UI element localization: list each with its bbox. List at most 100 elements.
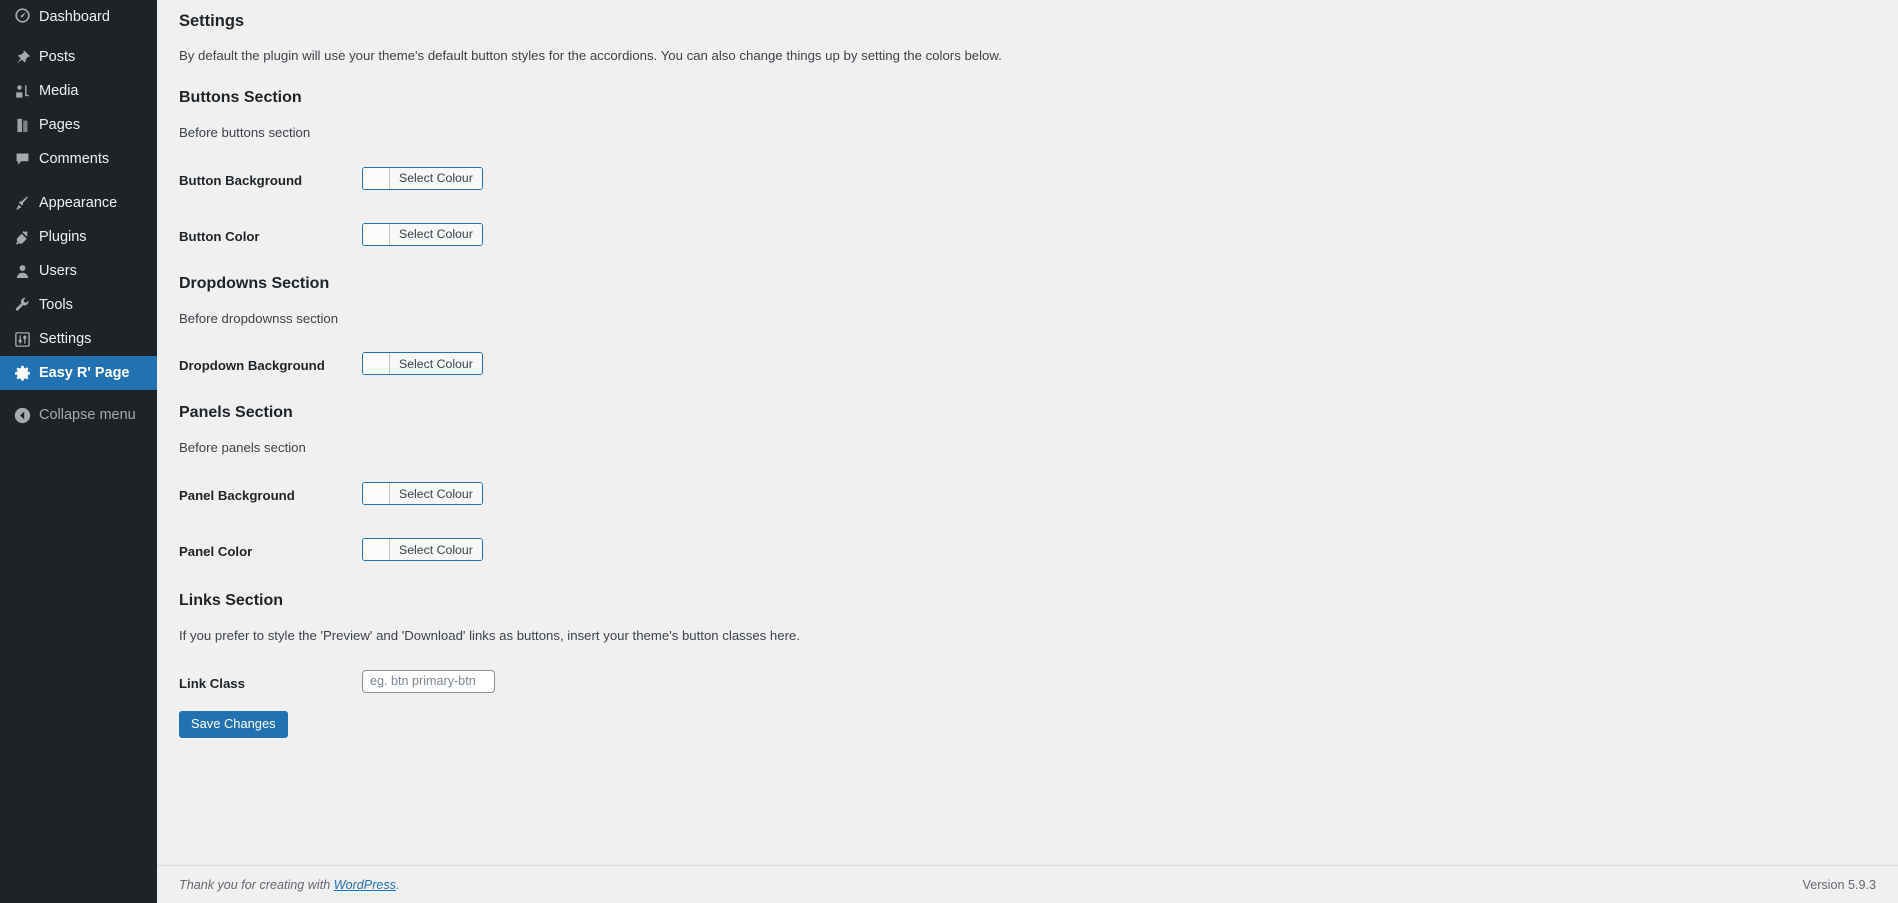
colour-swatch[interactable] — [363, 483, 390, 505]
field-control-cell: Select Colour — [362, 190, 1898, 246]
plugin-icon — [8, 229, 36, 246]
section-description: If you prefer to style the 'Preview' and… — [179, 627, 800, 643]
page-intro-text: By default the plugin will use your them… — [179, 48, 1002, 64]
sidebar-item-dashboard[interactable]: Dashboard — [0, 0, 157, 30]
select-colour-label: Select Colour — [390, 539, 482, 561]
colour-swatch[interactable] — [363, 539, 390, 561]
settings-wrap: Settings By default the plugin will use … — [157, 0, 1898, 738]
brush-icon — [8, 195, 36, 212]
comments-icon — [8, 151, 36, 168]
sidebar-item-users[interactable]: Users — [0, 254, 157, 288]
settings-field-row: Button Background Select Colour — [179, 143, 1898, 190]
field-label: Link Class — [179, 675, 245, 691]
field-label: Panel Color — [179, 544, 253, 560]
select-colour-button[interactable]: Select Colour — [362, 538, 483, 562]
gear-icon — [8, 365, 36, 382]
section-description: Before dropdownss section — [179, 310, 339, 326]
settings-field-row: Dropdown Background Select Colour — [179, 328, 1898, 376]
section-description: Before buttons section — [179, 125, 311, 141]
sidebar-item-label: Media — [39, 82, 79, 99]
field-label: Dropdown Background — [179, 358, 325, 374]
field-label: Button Background — [179, 172, 303, 188]
select-colour-button[interactable]: Select Colour — [362, 352, 483, 376]
admin-sidebar: Dashboard Posts Media Pages Comments Appearan… — [0, 0, 157, 903]
link-class-input[interactable] — [362, 669, 495, 693]
sidebar-item-label: Posts — [39, 48, 76, 65]
settings-section: Panels Section Before panels section Panel… — [179, 375, 1898, 562]
sidebar-item-collapse-menu[interactable]: Collapse menu — [0, 398, 157, 432]
main-content: Settings By default the plugin will use … — [157, 0, 1898, 903]
sidebar-item-appearance[interactable]: Appearance — [0, 186, 157, 220]
section-title: Buttons Section — [179, 89, 302, 107]
pages-icon — [8, 117, 36, 134]
select-colour-label: Select Colour — [390, 223, 482, 245]
media-icon — [8, 83, 36, 100]
sidebar-item-plugins[interactable]: Plugins — [0, 220, 157, 254]
select-colour-label: Select Colour — [390, 353, 482, 375]
footer-thanks-text: Thank you for creating with WordPress. — [179, 878, 399, 892]
sidebar-item-settings[interactable]: Settings — [0, 322, 157, 356]
settings-form-table: Link Class — [179, 646, 1898, 693]
select-colour-button[interactable]: Select Colour — [362, 482, 483, 506]
submit-row: Save Changes — [179, 693, 1898, 738]
select-colour-label: Select Colour — [390, 167, 482, 189]
user-icon — [8, 263, 36, 280]
sidebar-item-label: Settings — [39, 330, 92, 347]
sidebar-item-easy-r-page[interactable]: Easy R' Page — [0, 356, 157, 390]
dashboard-icon — [8, 7, 36, 24]
settings-form-table: Button Background Select Colour Button Col… — [179, 143, 1898, 246]
select-colour-button[interactable]: Select Colour — [362, 222, 483, 246]
sidebar-item-label: Plugins — [39, 228, 87, 245]
colour-swatch[interactable] — [363, 353, 390, 375]
sidebar-separator — [0, 176, 157, 186]
settings-section: Buttons Section Before buttons section But… — [179, 66, 1898, 246]
wp-admin-screen: Dashboard Posts Media Pages Comments Appearan… — [0, 0, 1898, 903]
save-changes-button[interactable]: Save Changes — [179, 710, 288, 738]
sidebar-item-label: Pages — [39, 116, 81, 133]
sliders-icon — [8, 331, 36, 348]
field-label: Button Color — [179, 228, 260, 244]
field-control-cell — [362, 646, 1898, 693]
settings-sections: Buttons Section Before buttons section But… — [179, 66, 1898, 693]
footer-thanks-prefix: Thank you for creating with — [179, 877, 334, 892]
field-control-cell: Select Colour — [362, 328, 1898, 376]
settings-section: Links Section If you prefer to style the … — [179, 561, 1898, 693]
colour-swatch[interactable] — [363, 223, 390, 245]
section-title: Panels Section — [179, 404, 293, 422]
sidebar-item-label: Dashboard — [39, 8, 110, 25]
pin-icon — [8, 49, 36, 66]
sidebar-item-label: Easy R' Page — [39, 364, 130, 381]
sidebar-item-pages[interactable]: Pages — [0, 108, 157, 142]
field-label: Panel Background — [179, 488, 295, 504]
sidebar-item-label: Collapse menu — [39, 406, 136, 423]
field-control-cell: Select Colour — [362, 505, 1898, 562]
sidebar-item-label: Appearance — [39, 194, 118, 211]
chevron-left-circle-icon — [8, 407, 36, 424]
footer-thanks-suffix: . — [395, 877, 400, 892]
sidebar-item-media[interactable]: Media — [0, 74, 157, 108]
field-control-cell: Select Colour — [362, 143, 1898, 190]
settings-form-table: Dropdown Background Select Colour — [179, 328, 1898, 376]
sidebar-item-label: Comments — [39, 150, 110, 167]
wordpress-link[interactable]: WordPress — [334, 878, 396, 892]
sidebar-item-tools[interactable]: Tools — [0, 288, 157, 322]
page-title: Settings — [179, 12, 245, 30]
settings-section: Dropdowns Section Before dropdownss secti… — [179, 246, 1898, 376]
section-title: Links Section — [179, 592, 284, 610]
admin-footer: Thank you for creating with WordPress. V… — [157, 865, 1898, 903]
settings-field-row: Link Class — [179, 646, 1898, 693]
sidebar-separator — [0, 30, 157, 40]
colour-swatch[interactable] — [363, 167, 390, 189]
sidebar-item-label: Tools — [39, 296, 73, 313]
wordpress-version-label: Version 5.9.3 — [1802, 877, 1876, 892]
settings-field-row: Panel Background Select Colour — [179, 458, 1898, 506]
select-colour-button[interactable]: Select Colour — [362, 166, 483, 190]
section-title: Dropdowns Section — [179, 274, 330, 292]
sidebar-item-comments[interactable]: Comments — [0, 142, 157, 176]
sidebar-item-posts[interactable]: Posts — [0, 40, 157, 74]
settings-form-table: Panel Background Select Colour Panel Color… — [179, 458, 1898, 562]
select-colour-label: Select Colour — [390, 483, 482, 505]
sidebar-item-label: Users — [39, 262, 77, 279]
wrench-icon — [8, 297, 36, 314]
section-description: Before panels section — [179, 440, 306, 456]
